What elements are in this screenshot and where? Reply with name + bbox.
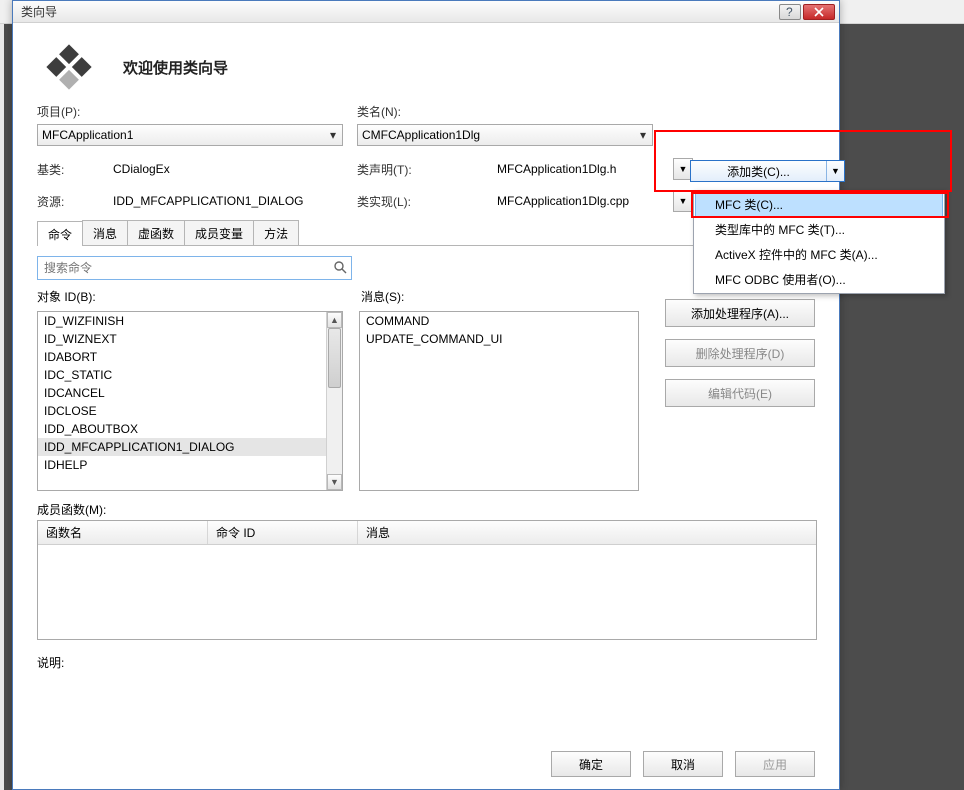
search-input[interactable] bbox=[44, 261, 333, 275]
classimpl-value: MFCApplication1Dlg.cpp bbox=[497, 194, 673, 208]
list-item[interactable]: IDCLOSE bbox=[38, 402, 326, 420]
chevron-down-icon: ▼ bbox=[679, 196, 688, 206]
project-label: 项目(P): bbox=[37, 103, 357, 120]
menu-item-mfc-class[interactable]: MFC 类(C)... bbox=[695, 192, 943, 217]
project-value: MFCApplication1 bbox=[42, 128, 133, 142]
list-item[interactable]: IDABORT bbox=[38, 348, 326, 366]
objects-listbox[interactable]: ID_WIZFINISHID_WIZNEXTIDABORTIDC_STATICI… bbox=[37, 311, 343, 491]
tab-commands[interactable]: 命令 bbox=[37, 221, 83, 246]
tab-messages[interactable]: 消息 bbox=[82, 220, 128, 245]
chevron-down-icon: ▾ bbox=[638, 128, 648, 142]
chevron-down-icon: ▾ bbox=[328, 128, 338, 142]
wizard-logo-icon bbox=[43, 41, 95, 93]
project-combo[interactable]: MFCApplication1 ▾ bbox=[37, 124, 343, 146]
search-icon bbox=[333, 260, 347, 277]
resource-value: IDD_MFCAPPLICATION1_DIALOG bbox=[113, 194, 357, 208]
tab-members[interactable]: 成员变量 bbox=[184, 220, 254, 245]
apply-button[interactable]: 应用 bbox=[735, 751, 815, 777]
col-message[interactable]: 消息 bbox=[358, 521, 816, 544]
objects-label: 对象 ID(B): bbox=[37, 288, 361, 305]
baseclass-label: 基类: bbox=[37, 161, 113, 178]
list-item[interactable]: IDD_MFCAPPLICATION1_DIALOG bbox=[38, 438, 326, 456]
col-funcname[interactable]: 函数名 bbox=[38, 521, 208, 544]
cancel-button[interactable]: 取消 bbox=[643, 751, 723, 777]
menu-item-typelib-class[interactable]: 类型库中的 MFC 类(T)... bbox=[695, 217, 943, 242]
chevron-down-icon: ▼ bbox=[679, 164, 688, 174]
list-item[interactable]: IDD_ABOUTBOX bbox=[38, 420, 326, 438]
list-item[interactable]: ID_WIZFINISH bbox=[38, 312, 326, 330]
welcome-heading: 欢迎使用类向导 bbox=[123, 57, 228, 78]
list-item[interactable]: IDC_STATIC bbox=[38, 366, 326, 384]
add-class-menu: MFC 类(C)... 类型库中的 MFC 类(T)... ActiveX 控件… bbox=[693, 190, 945, 294]
search-field[interactable] bbox=[37, 256, 352, 280]
class-wizard-dialog: 类向导 ? 欢迎使用类向导 项目(P): 类名(N): bbox=[12, 0, 840, 790]
list-item[interactable]: UPDATE_COMMAND_UI bbox=[360, 330, 638, 348]
member-functions-table[interactable]: 函数名 命令 ID 消息 bbox=[37, 520, 817, 640]
menu-item-activex-class[interactable]: ActiveX 控件中的 MFC 类(A)... bbox=[695, 242, 943, 267]
add-handler-button[interactable]: 添加处理程序(A)... bbox=[665, 299, 815, 327]
messages-label: 消息(S): bbox=[361, 288, 404, 305]
list-item[interactable]: ID_WIZNEXT bbox=[38, 330, 326, 348]
list-item[interactable]: IDCANCEL bbox=[38, 384, 326, 402]
tab-virtual[interactable]: 虚函数 bbox=[127, 220, 185, 245]
scroll-down-button[interactable]: ▼ bbox=[327, 474, 342, 490]
list-item[interactable]: COMMAND bbox=[360, 312, 638, 330]
classimpl-label: 类实现(L): bbox=[357, 193, 497, 210]
description-label: 说明: bbox=[37, 654, 815, 671]
classdecl-value: MFCApplication1Dlg.h bbox=[497, 162, 673, 176]
help-button[interactable]: ? bbox=[779, 4, 801, 20]
classname-value: CMFCApplication1Dlg bbox=[362, 128, 480, 142]
scrollbar[interactable]: ▲ ▼ bbox=[326, 312, 342, 490]
scroll-up-button[interactable]: ▲ bbox=[327, 312, 342, 328]
menu-item-odbc-consumer[interactable]: MFC ODBC 使用者(O)... bbox=[695, 267, 943, 292]
add-class-label: 添加类(C)... bbox=[691, 163, 826, 180]
baseclass-value: CDialogEx bbox=[113, 162, 357, 176]
titlebar: 类向导 ? bbox=[13, 1, 839, 23]
svg-text:?: ? bbox=[786, 7, 793, 17]
classdecl-label: 类声明(T): bbox=[357, 161, 497, 178]
messages-listbox[interactable]: COMMANDUPDATE_COMMAND_UI bbox=[359, 311, 639, 491]
classname-combo[interactable]: CMFCApplication1Dlg ▾ bbox=[357, 124, 653, 146]
classimpl-dropdown-button[interactable]: ▼ bbox=[673, 190, 693, 212]
members-label: 成员函数(M): bbox=[37, 501, 815, 518]
scroll-thumb[interactable] bbox=[328, 328, 341, 388]
ok-button[interactable]: 确定 bbox=[551, 751, 631, 777]
delete-handler-button[interactable]: 删除处理程序(D) bbox=[665, 339, 815, 367]
resource-label: 资源: bbox=[37, 193, 113, 210]
add-class-dropdown-toggle[interactable]: ▼ bbox=[826, 161, 844, 181]
add-class-split-button[interactable]: 添加类(C)... ▼ bbox=[690, 160, 845, 182]
list-item[interactable]: IDHELP bbox=[38, 456, 326, 474]
edit-code-button[interactable]: 编辑代码(E) bbox=[665, 379, 815, 407]
chevron-down-icon: ▼ bbox=[831, 166, 840, 176]
classname-label: 类名(N): bbox=[357, 103, 677, 120]
tab-methods[interactable]: 方法 bbox=[253, 220, 299, 245]
col-commandid[interactable]: 命令 ID bbox=[208, 521, 358, 544]
close-button[interactable] bbox=[803, 4, 835, 20]
window-title: 类向导 bbox=[21, 3, 777, 20]
